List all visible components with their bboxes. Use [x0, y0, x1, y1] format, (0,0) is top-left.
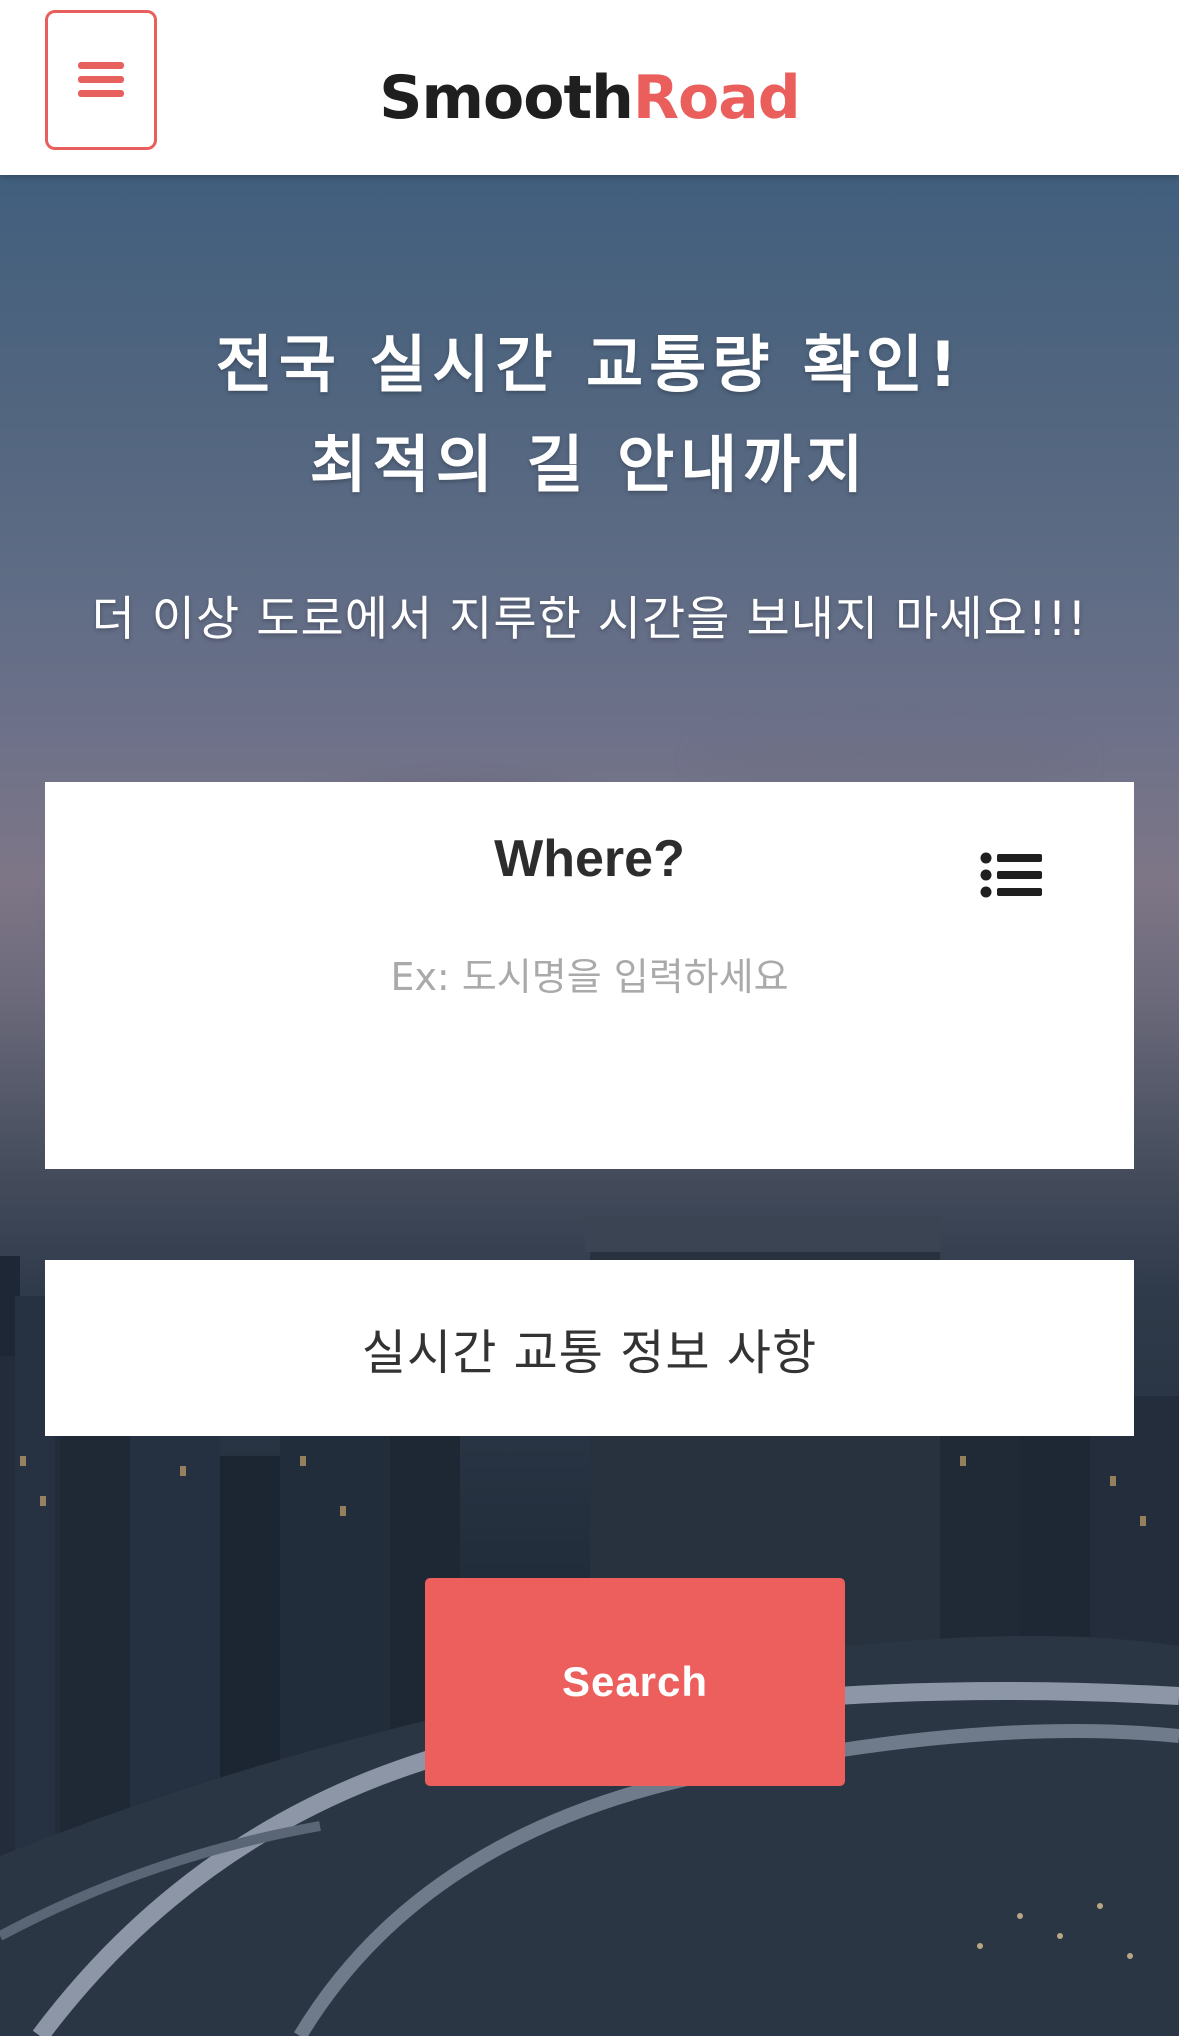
realtime-traffic-info-card[interactable]: 실시간 교통 정보 사항 [45, 1260, 1134, 1436]
where-title: Where? [494, 830, 685, 888]
hero-headline: 전국 실시간 교통량 확인! 최적의 길 안내까지 [0, 315, 1179, 515]
city-search-input[interactable] [165, 942, 1014, 1012]
hero-subline: 더 이상 도로에서 지루한 시간을 보내지 마세요!!! [91, 592, 1088, 647]
city-skyline-background [0, 1216, 1179, 2036]
search-button[interactable]: Search [425, 1578, 845, 1786]
brand-name-part1: Smooth [379, 63, 634, 133]
hero-headline-line1: 전국 실시간 교통량 확인! [215, 328, 964, 401]
cloud-decoration [700, 735, 1080, 785]
brand-name-part2: Road [632, 63, 801, 133]
list-icon[interactable] [980, 850, 1042, 900]
hero-headline-line2: 최적의 길 안내까지 [309, 428, 870, 501]
brand-logo[interactable]: SmoothRoad [0, 60, 1179, 136]
where-card: Where? [45, 782, 1134, 1169]
realtime-traffic-info-label: 실시간 교통 정보 사항 [361, 1325, 818, 1381]
top-header: SmoothRoad [0, 0, 1179, 175]
